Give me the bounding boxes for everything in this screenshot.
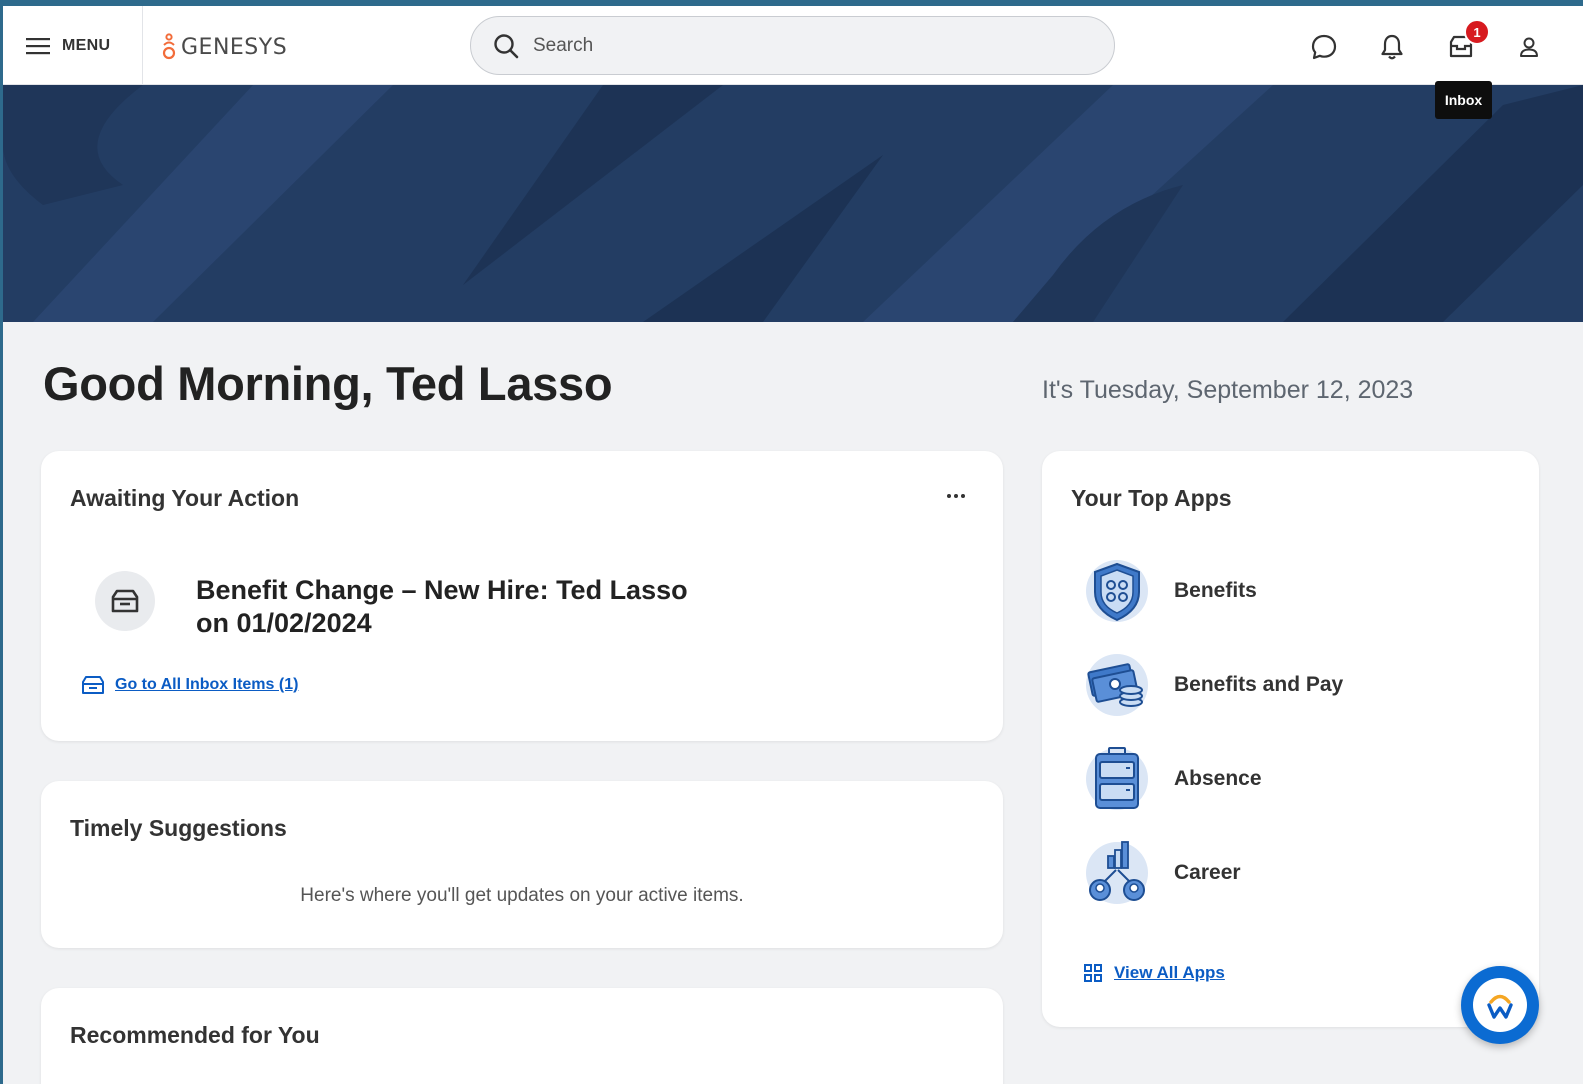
date-text: It's Tuesday, September 12, 2023 xyxy=(1042,376,1414,404)
grid-icon xyxy=(1084,964,1102,982)
timely-suggestions-text: Here's where you'll get updates on your … xyxy=(300,885,744,906)
timely-suggestions-card: Timely Suggestions Here's where you'll g… xyxy=(41,781,1003,948)
search-bar[interactable] xyxy=(470,16,1115,75)
recommended-card: Recommended for You xyxy=(41,988,1003,1084)
recommended-title: Recommended for You xyxy=(70,1022,320,1048)
hero-banner xyxy=(3,85,1583,322)
awaiting-action-title: Awaiting Your Action xyxy=(70,485,300,511)
bell-icon xyxy=(1381,34,1403,60)
user-icon xyxy=(1520,37,1538,57)
app-absence[interactable]: Absence xyxy=(1082,743,1262,815)
more-icon-dot xyxy=(954,494,958,498)
app-label-benefits-and-pay: Benefits and Pay xyxy=(1174,673,1344,696)
top-apps-card: Your Top Apps Benefits Benefits and Pay … xyxy=(1042,451,1539,1027)
timely-suggestions-title: Timely Suggestions xyxy=(70,815,287,841)
benefits-shield-icon xyxy=(1086,560,1148,622)
more-icon xyxy=(947,494,951,498)
go-to-inbox-label: Go to All Inbox Items (1) xyxy=(115,676,299,693)
career-chart-people-icon xyxy=(1086,841,1148,904)
money-coins-icon xyxy=(1086,654,1148,716)
menu-label: MENU xyxy=(62,36,111,54)
chat-icon xyxy=(1311,34,1337,60)
task-inbox-icon xyxy=(95,571,155,631)
suitcase-icon xyxy=(1086,747,1148,810)
view-all-apps-link[interactable]: View All Apps xyxy=(1084,963,1225,983)
notifications-button[interactable] xyxy=(1375,30,1409,64)
banner-pattern xyxy=(3,85,1583,322)
inbox-tooltip: Inbox xyxy=(1435,81,1492,119)
app-label-benefits: Benefits xyxy=(1174,579,1257,602)
awaiting-action-card: Awaiting Your Action Benefit Change – Ne… xyxy=(41,451,1003,741)
genesys-logo-icon xyxy=(162,33,176,60)
task-item-title[interactable]: Benefit Change – New Hire: Ted Lasso on … xyxy=(196,574,716,640)
app-benefits[interactable]: Benefits xyxy=(1082,555,1257,627)
inbox-badge: 1 xyxy=(1464,19,1490,45)
hamburger-icon xyxy=(26,37,50,54)
search-icon xyxy=(494,33,519,58)
menu-button[interactable]: MENU xyxy=(3,6,143,85)
more-options-button[interactable] xyxy=(941,486,971,506)
view-all-apps-label: View All Apps xyxy=(1114,963,1225,982)
inbox-icon xyxy=(82,676,104,694)
chat-button[interactable] xyxy=(1307,30,1341,64)
top-apps-title: Your Top Apps xyxy=(1071,485,1232,511)
app-frame: MENU GENESYS Search 1 Inbox Good Morning… xyxy=(3,6,1583,1084)
more-icon-dot xyxy=(961,494,965,498)
workday-assistant-icon xyxy=(1473,978,1527,1032)
greeting-title: Good Morning, Ted Lasso xyxy=(43,357,613,410)
app-benefits-and-pay[interactable]: Benefits and Pay xyxy=(1082,649,1343,721)
genesys-logo[interactable]: GENESYS xyxy=(161,32,287,62)
app-label-absence: Absence xyxy=(1174,767,1262,790)
go-to-inbox-link[interactable]: Go to All Inbox Items (1) xyxy=(81,675,298,695)
profile-button[interactable] xyxy=(1512,30,1546,64)
app-career[interactable]: Career xyxy=(1082,837,1241,909)
app-label-career: Career xyxy=(1174,861,1241,884)
logo-text: GENESYS xyxy=(181,34,288,60)
top-bar: MENU GENESYS Search 1 xyxy=(3,6,1583,85)
assistant-button[interactable] xyxy=(1461,966,1539,1044)
search-input[interactable] xyxy=(533,34,1073,57)
